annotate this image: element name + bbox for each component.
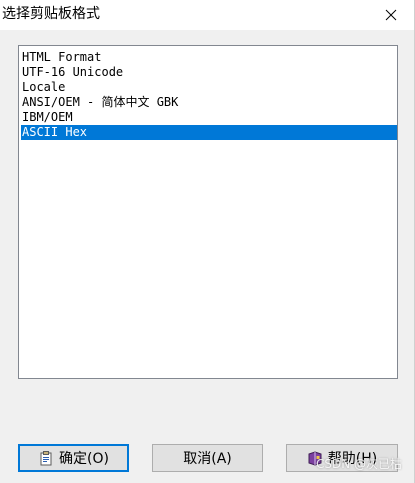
list-item-ibm-oem[interactable]: IBM/OEM	[21, 110, 397, 125]
cancel-button[interactable]: 取消(A)	[152, 444, 263, 472]
ok-button-label: 确定(O)	[59, 451, 109, 467]
window-title: 选择剪贴板格式	[2, 6, 100, 22]
cancel-button-label: 取消(A)	[183, 451, 232, 467]
format-listbox[interactable]: HTML Format UTF-16 Unicode Locale ANSI/O…	[18, 45, 398, 379]
ok-button[interactable]: 确定(O)	[18, 444, 129, 472]
title-bar: 选择剪贴板格式	[0, 0, 414, 30]
close-icon	[385, 9, 397, 21]
list-item-ascii-hex[interactable]: ASCII Hex	[21, 125, 397, 140]
list-item-utf16-unicode[interactable]: UTF-16 Unicode	[21, 65, 397, 80]
list-item-html-format[interactable]: HTML Format	[21, 50, 397, 65]
clipboard-icon	[38, 450, 54, 466]
watermark: CSDN @灰已枯	[315, 457, 402, 471]
list-item-ansi-oem[interactable]: ANSI/OEM - 简体中文 GBK	[21, 95, 397, 110]
list-item-locale[interactable]: Locale	[21, 80, 397, 95]
close-button[interactable]	[378, 3, 404, 27]
